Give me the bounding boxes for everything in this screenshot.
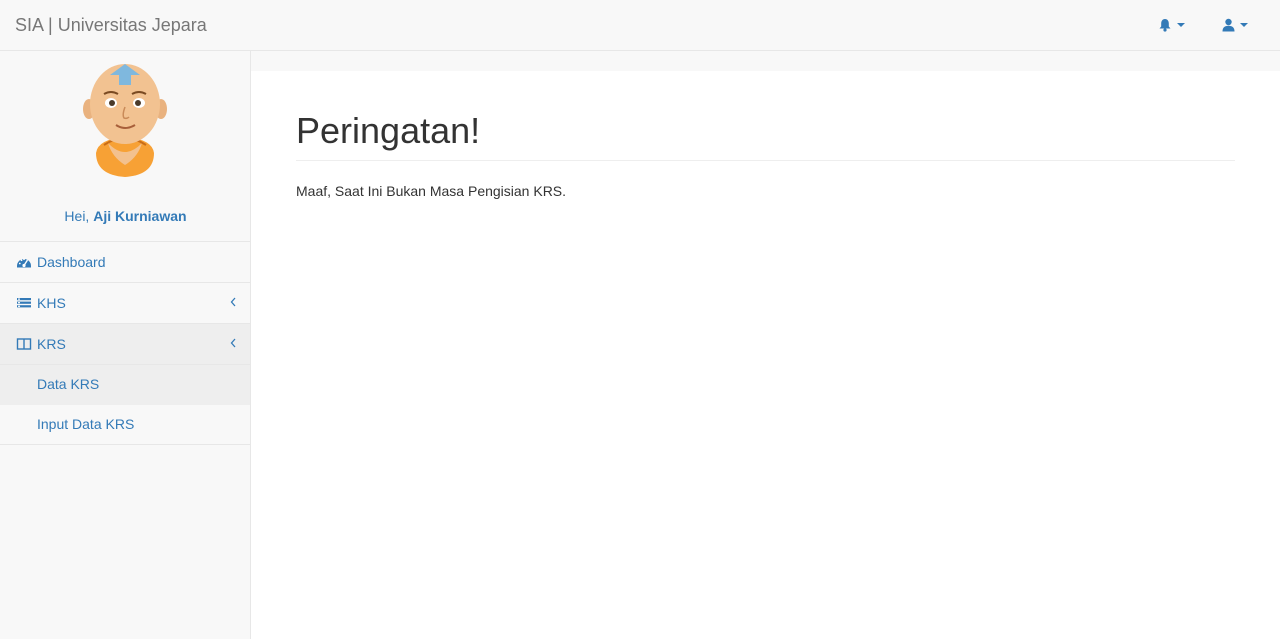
notifications-dropdown[interactable] (1158, 16, 1185, 34)
sidebar-subitem-data-krs[interactable]: Data KRS (0, 365, 250, 405)
chevron-down-icon (1177, 23, 1185, 27)
top-navbar: SIA | Universitas Jepara (0, 0, 1280, 51)
user-icon (1222, 18, 1235, 32)
sidebar-item-khs[interactable]: KHS (0, 283, 250, 324)
chevron-left-icon (230, 297, 236, 307)
bell-icon (1159, 19, 1171, 32)
brand-title[interactable]: SIA | Universitas Jepara (15, 14, 207, 36)
sidebar-subitem-input-data-krs[interactable]: Input Data KRS (0, 405, 250, 445)
columns-icon (16, 338, 32, 350)
sidebar-item-krs[interactable]: KRS (0, 324, 250, 365)
greeting-prefix: Hei, (64, 208, 90, 224)
main-content: Peringatan! Maaf, Saat Ini Bukan Masa Pe… (251, 71, 1280, 639)
dashboard-icon (17, 258, 31, 268)
sidebar-item-label: Dashboard (37, 254, 106, 270)
sidebar: Hei, Aji Kurniawan Dashboard KHS KRS Dat… (0, 51, 251, 639)
sidebar-item-dashboard[interactable]: Dashboard (0, 242, 250, 283)
chevron-down-icon (1240, 23, 1248, 27)
user-name[interactable]: Aji Kurniawan (93, 208, 186, 224)
user-profile: Hei, Aji Kurniawan (0, 51, 250, 242)
avatar (83, 64, 167, 177)
sidebar-item-label: KRS (37, 336, 66, 352)
list-icon (17, 298, 31, 308)
user-dropdown[interactable] (1222, 16, 1248, 34)
page-title: Peringatan! (296, 110, 481, 151)
user-greeting: Hei, Aji Kurniawan (0, 207, 251, 225)
page-header: Peringatan! (296, 111, 1235, 161)
warning-message: Maaf, Saat Ini Bukan Masa Pengisian KRS. (296, 183, 567, 199)
chevron-left-icon (230, 338, 236, 348)
sidebar-item-label: KHS (37, 295, 66, 311)
